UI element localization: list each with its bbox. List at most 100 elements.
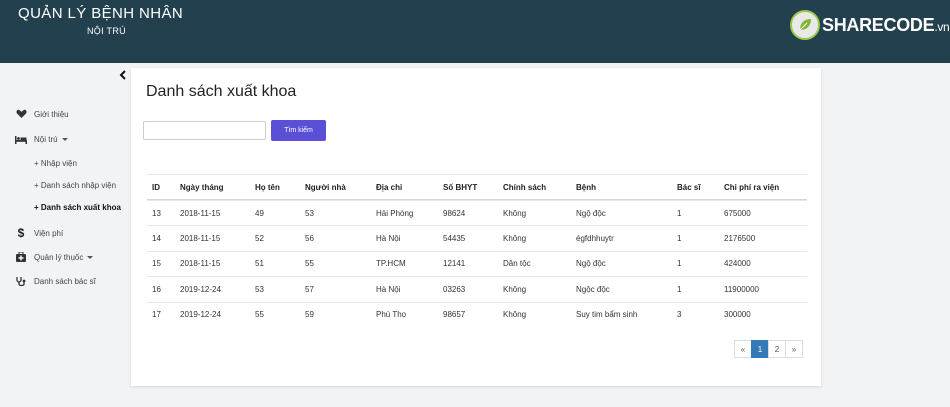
- pagination-page-1[interactable]: 1: [751, 340, 769, 358]
- search-button[interactable]: Tìm kiếm: [271, 120, 326, 141]
- sidebar-item-label: Danh sách bác sĩ: [34, 276, 96, 286]
- table-cell: Ngộ độc: [576, 208, 606, 218]
- sidebar-subitem-nhap-vien[interactable]: + Nhập viện: [34, 159, 77, 168]
- table-cell: 14: [152, 234, 161, 244]
- sharecode-logo[interactable]: SHARECODE.vn: [790, 10, 950, 40]
- table-cell: 59: [305, 310, 314, 320]
- table-cell: 49: [255, 208, 264, 218]
- table-cell: 53: [255, 284, 264, 294]
- table-row: 16 2019-12-24 53 57 Hà Nội 03263 Không N…: [147, 276, 807, 301]
- table-cell: 13: [152, 208, 161, 218]
- column-header: Bệnh: [576, 182, 596, 192]
- sidebar-item-label: Viện phí: [34, 228, 64, 238]
- column-header: Bác sĩ: [677, 182, 701, 192]
- table-cell: 2019-12-24: [180, 284, 221, 294]
- table-cell: 2019-12-24: [180, 310, 221, 320]
- medkit-icon: [14, 251, 28, 263]
- sidebar-item-noi-tru[interactable]: Nội trú: [14, 133, 68, 145]
- table-cell: Hải Phòng: [376, 208, 414, 218]
- table-cell: Không: [503, 310, 527, 320]
- table-header-row: ID Ngày tháng Họ tên Người nhà Địa chỉ S…: [147, 174, 807, 200]
- column-header: Ngày tháng: [180, 182, 224, 192]
- search-input[interactable]: [143, 121, 266, 140]
- sidebar-subitem-danh-sach-xuat-khoa[interactable]: + Danh sách xuất khoa: [34, 203, 121, 212]
- table-cell: Hà Nội: [376, 284, 401, 294]
- table-cell: 675000: [724, 208, 751, 218]
- pagination-prev-button[interactable]: «: [734, 340, 752, 358]
- column-header: Số BHYT: [443, 182, 478, 192]
- heartbeat-icon: [14, 108, 28, 120]
- table-cell: 2018-11-15: [180, 259, 221, 269]
- column-header: Người nhà: [305, 182, 346, 192]
- pagination-next-button[interactable]: »: [785, 340, 803, 358]
- table-cell: 16: [152, 284, 161, 294]
- table-cell: Ngộc độc: [576, 284, 610, 294]
- logo-suffix-text: .vn: [934, 19, 950, 34]
- table-cell: TP.HCM: [376, 259, 406, 269]
- logo-main-text: SHARECODE: [822, 14, 935, 35]
- table-cell: 56: [305, 234, 314, 244]
- column-header: Địa chỉ: [376, 182, 403, 192]
- table-cell: 11900000: [724, 284, 759, 294]
- chevron-left-icon: [119, 70, 126, 80]
- pagination-page-2[interactable]: 2: [768, 340, 786, 358]
- table-cell: 03263: [443, 284, 466, 294]
- table-cell: 98657: [443, 310, 466, 320]
- sidebar-item-vien-phi[interactable]: $ Viện phí: [14, 226, 64, 240]
- sidebar-item-quan-ly-thuoc[interactable]: Quản lý thuốc: [14, 251, 94, 263]
- table-cell: 15: [152, 259, 161, 269]
- sidebar-item-label: Giới thiệu: [34, 109, 69, 119]
- page-title: Danh sách xuất khoa: [146, 83, 297, 100]
- column-header: Họ tên: [255, 182, 280, 192]
- column-header: Chi phí ra viện: [724, 182, 780, 192]
- table-cell: Không: [503, 208, 527, 218]
- logo-text: SHARECODE.vn: [822, 14, 950, 36]
- table-cell: 12141: [443, 259, 466, 269]
- table-cell: Dân tộc: [503, 259, 531, 269]
- pagination: « 1 2 »: [734, 340, 803, 358]
- dollar-icon: $: [17, 226, 25, 240]
- app-subtitle: NỘI TRÚ: [87, 26, 126, 36]
- table-row: 13 2018-11-15 49 53 Hải Phòng 98624 Khôn…: [147, 200, 807, 225]
- sidebar-item-danh-sach-bac-si[interactable]: Danh sách bác sĩ: [14, 275, 96, 287]
- bed-icon: [14, 133, 28, 145]
- table-cell: 2176500: [724, 234, 756, 244]
- table-cell: Hà Nội: [376, 234, 401, 244]
- table-cell: Ngộ độc: [576, 259, 606, 269]
- table-cell: 53: [305, 208, 314, 218]
- table-cell: 55: [255, 310, 264, 320]
- table-cell: égfdhhuytr: [576, 234, 614, 244]
- table-cell: 2018-11-15: [180, 234, 221, 244]
- app-header: QUẢN LÝ BỆNH NHÂN NỘI TRÚ SHARECODE.vn: [0, 0, 950, 63]
- sidebar: Giới thiệu Nội trú + Nhập viện + Danh sá…: [0, 63, 130, 407]
- caret-down-icon: [87, 255, 94, 259]
- table-cell: 54435: [443, 234, 466, 244]
- table-cell: 17: [152, 310, 161, 320]
- column-header: ID: [152, 182, 160, 192]
- sidebar-item-gioi-thieu[interactable]: Giới thiệu: [14, 108, 69, 120]
- table-cell: 3: [677, 310, 682, 320]
- table-cell: 1: [677, 234, 682, 244]
- sidebar-item-label: Nội trú: [34, 134, 58, 144]
- table-cell: 1: [677, 284, 682, 294]
- table-cell: Phú Thọ: [376, 310, 407, 320]
- collapse-sidebar-button[interactable]: [118, 69, 128, 81]
- table-row: 15 2018-11-15 51 55 TP.HCM 12141 Dân tộc…: [147, 250, 807, 276]
- table-cell: 424000: [724, 259, 751, 269]
- table-cell: 51: [255, 259, 264, 269]
- table-cell: 300000: [724, 310, 751, 320]
- table-cell: Không: [503, 284, 527, 294]
- table-row: 17 2019-12-24 55 59 Phú Thọ 98657 Không …: [147, 301, 807, 327]
- leaf-logo-icon: [790, 10, 820, 40]
- caret-down-icon: [61, 137, 68, 141]
- table-cell: 98624: [443, 208, 466, 218]
- table-cell: 1: [677, 208, 682, 218]
- table-cell: 55: [305, 259, 314, 269]
- sidebar-subitem-danh-sach-nhap-vien[interactable]: + Danh sách nhập viện: [34, 181, 116, 190]
- column-header: Chính sách: [503, 182, 547, 192]
- table-cell: 52: [255, 234, 264, 244]
- stethoscope-icon: [14, 275, 28, 287]
- table-cell: Suy tim bẩm sinh: [576, 310, 638, 320]
- table-cell: Không: [503, 234, 527, 244]
- table-cell: 2018-11-15: [180, 208, 221, 218]
